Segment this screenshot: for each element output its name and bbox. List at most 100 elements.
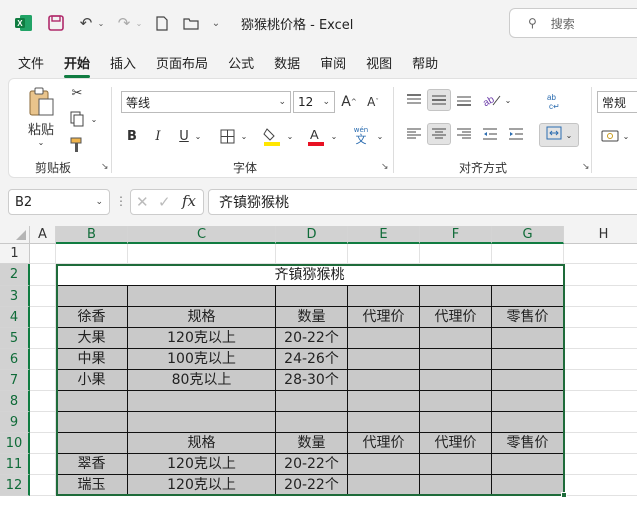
cell-b10[interactable] xyxy=(56,433,128,454)
cell-d12[interactable]: 20-22个 xyxy=(276,475,348,496)
tab-page-layout[interactable]: 页面布局 xyxy=(156,53,208,72)
cell-f8[interactable] xyxy=(420,391,492,412)
increase-font-size-icon[interactable]: A ^ xyxy=(339,91,359,113)
cell-a6[interactable] xyxy=(30,349,56,370)
tab-insert[interactable]: 插入 xyxy=(110,53,136,72)
column-header-e[interactable]: E xyxy=(348,226,420,244)
cell-f3[interactable] xyxy=(420,286,492,307)
row-header-9[interactable]: 9 xyxy=(0,412,30,433)
copy-dropdown-icon[interactable]: ⌄ xyxy=(89,113,99,125)
clipboard-launcher-icon[interactable]: ↘ xyxy=(101,162,109,172)
phonetic-dropdown-icon[interactable]: ⌄ xyxy=(375,127,385,145)
cell-b12[interactable]: 瑞玉 xyxy=(56,475,128,496)
decrease-font-size-icon[interactable]: Aˇ xyxy=(363,91,383,113)
cell-c11[interactable]: 120克以上 xyxy=(128,454,276,475)
cell-b9[interactable] xyxy=(56,412,128,433)
cell-d8[interactable] xyxy=(276,391,348,412)
cell-h11[interactable] xyxy=(564,454,637,475)
phonetic-guide-icon[interactable]: wén 文 xyxy=(347,123,375,149)
customize-icon[interactable]: ⌄ xyxy=(210,10,222,36)
row-header-2[interactable]: 2 xyxy=(0,264,30,286)
cell-b11[interactable]: 翠香 xyxy=(56,454,128,475)
cut-icon[interactable]: ✂ xyxy=(67,83,87,103)
orientation-dropdown-icon[interactable]: ⌄ xyxy=(503,93,513,107)
cell-g4[interactable]: 零售价 xyxy=(492,307,564,328)
format-painter-icon[interactable] xyxy=(67,135,87,155)
row-header-5[interactable]: 5 xyxy=(0,328,30,349)
row-header-4[interactable]: 4 xyxy=(0,307,30,328)
cell-a10[interactable] xyxy=(30,433,56,454)
align-top-icon[interactable] xyxy=(403,89,425,111)
accounting-format-icon[interactable] xyxy=(599,125,621,147)
bold-icon[interactable]: B xyxy=(123,125,141,147)
column-header-c[interactable]: C xyxy=(128,226,276,244)
cell-h12[interactable] xyxy=(564,475,637,496)
borders-dropdown-icon[interactable]: ⌄ xyxy=(239,127,249,145)
font-color-icon[interactable]: A xyxy=(305,123,327,149)
decrease-indent-icon[interactable] xyxy=(479,123,501,145)
cell-f10[interactable]: 代理价 xyxy=(420,433,492,454)
merge-center-button[interactable]: ⌄ xyxy=(539,123,579,147)
cell-a3[interactable] xyxy=(30,286,56,307)
search-box[interactable]: ⚲ 搜索 xyxy=(509,8,637,38)
cell-g10[interactable]: 零售价 xyxy=(492,433,564,454)
row-header-12[interactable]: 12 xyxy=(0,475,30,496)
accounting-dropdown-icon[interactable]: ⌄ xyxy=(621,129,631,143)
cell-g6[interactable] xyxy=(492,349,564,370)
cell-h7[interactable] xyxy=(564,370,637,391)
font-color-dropdown-icon[interactable]: ⌄ xyxy=(329,127,339,145)
column-header-b[interactable]: B xyxy=(56,226,128,244)
cell-h5[interactable] xyxy=(564,328,637,349)
fill-color-dropdown-icon[interactable]: ⌄ xyxy=(285,127,295,145)
cell-c8[interactable] xyxy=(128,391,276,412)
cell-e7[interactable] xyxy=(348,370,420,391)
redo-icon[interactable]: ↷ xyxy=(114,10,134,36)
insert-function-icon[interactable]: fx xyxy=(182,192,196,210)
column-header-f[interactable]: F xyxy=(420,226,492,244)
cell-e1[interactable] xyxy=(348,244,420,264)
tab-home[interactable]: 开始 xyxy=(64,53,91,78)
cell-a9[interactable] xyxy=(30,412,56,433)
cell-h10[interactable] xyxy=(564,433,637,454)
cell-b6[interactable]: 中果 xyxy=(56,349,128,370)
cell-h6[interactable] xyxy=(564,349,637,370)
increase-indent-icon[interactable] xyxy=(505,123,527,145)
cell-a5[interactable] xyxy=(30,328,56,349)
save-icon[interactable] xyxy=(44,10,68,36)
cell-h2[interactable] xyxy=(564,264,637,286)
cell-d10[interactable]: 数量 xyxy=(276,433,348,454)
cell-b7[interactable]: 小果 xyxy=(56,370,128,391)
cell-f9[interactable] xyxy=(420,412,492,433)
cell-f12[interactable] xyxy=(420,475,492,496)
row-header-11[interactable]: 11 xyxy=(0,454,30,475)
cell-e6[interactable] xyxy=(348,349,420,370)
cell-e4[interactable]: 代理价 xyxy=(348,307,420,328)
tab-review[interactable]: 审阅 xyxy=(320,53,346,72)
align-right-icon[interactable] xyxy=(453,123,475,145)
fill-handle[interactable] xyxy=(561,492,567,498)
font-name-select[interactable]: 等线 ⌄ xyxy=(121,91,291,113)
formula-input[interactable]: 齐镇猕猴桃 xyxy=(208,189,637,215)
row-header-6[interactable]: 6 xyxy=(0,349,30,370)
cell-d7[interactable]: 28-30个 xyxy=(276,370,348,391)
cell-c4[interactable]: 规格 xyxy=(128,307,276,328)
open-folder-icon[interactable] xyxy=(180,10,202,36)
cell-h4[interactable] xyxy=(564,307,637,328)
borders-icon[interactable] xyxy=(217,125,237,147)
row-header-3[interactable]: 3 xyxy=(0,286,30,307)
cell-b5[interactable]: 大果 xyxy=(56,328,128,349)
underline-icon[interactable]: U xyxy=(175,125,193,147)
align-bottom-icon[interactable] xyxy=(453,89,475,111)
cell-c7[interactable]: 80克以上 xyxy=(128,370,276,391)
align-center-icon[interactable] xyxy=(427,123,451,145)
cell-c6[interactable]: 100克以上 xyxy=(128,349,276,370)
column-header-a[interactable]: A xyxy=(30,226,56,244)
cell-g11[interactable] xyxy=(492,454,564,475)
cell-e3[interactable] xyxy=(348,286,420,307)
tab-view[interactable]: 视图 xyxy=(366,53,392,72)
cell-d3[interactable] xyxy=(276,286,348,307)
select-all-corner[interactable] xyxy=(0,226,30,244)
number-format-select[interactable]: 常规 xyxy=(597,91,637,113)
cell-c12[interactable]: 120克以上 xyxy=(128,475,276,496)
redo-dropdown-icon[interactable]: ⌄ xyxy=(134,10,144,36)
